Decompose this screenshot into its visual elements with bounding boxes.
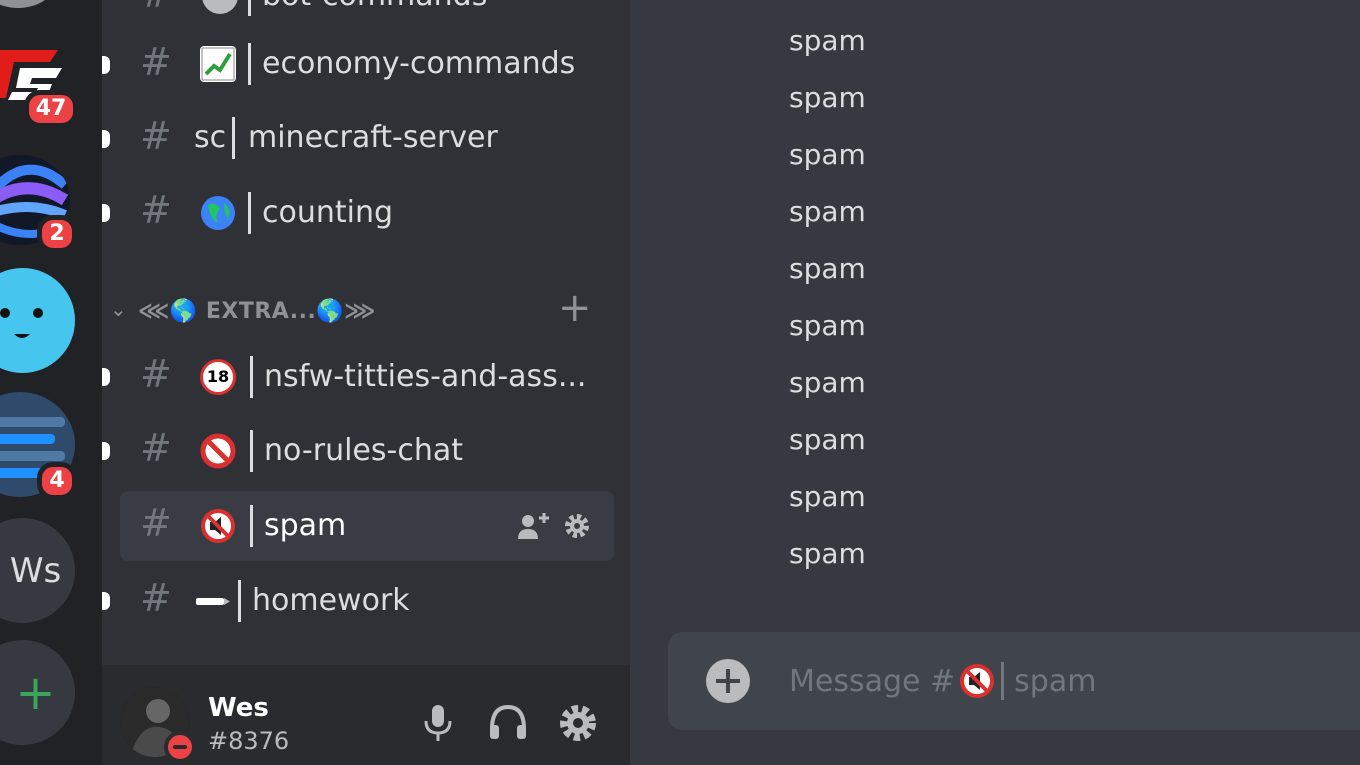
divider [248,43,251,85]
dnd-status-icon [164,731,196,763]
channel-item-spam[interactable]: # spam [102,491,630,561]
hash-icon: # [140,0,172,16]
message-text: spam [789,81,866,114]
username: Wes [208,693,269,723]
message-text: spam [789,24,866,57]
chart-increasing-icon [200,46,236,82]
user-tag: #8376 [208,727,290,755]
channel-item-economy-commands[interactable]: # economy-commands [102,30,630,100]
hash-locked-icon: # [140,352,172,396]
server-ws-label: Ws [9,550,62,591]
prohibited-icon [200,433,236,469]
add-server-button[interactable]: + [0,640,75,745]
message-text: spam [789,537,866,570]
headphones-icon[interactable] [486,701,530,745]
hash-icon: # [140,501,172,545]
channel-sidebar: # bot-commands # economy-commands # sc m… [102,0,630,665]
robot-icon [202,0,238,14]
category-label: ⋘🌎 EXTRA...🌎⋙ [138,299,376,324]
server-rail: 47 2 4 Ws + [0,0,102,765]
divider [238,580,241,622]
unread-badge: 2 [37,215,77,253]
placeholder-channel: spam [1014,663,1097,699]
create-invite-icon[interactable] [516,511,550,545]
channel-item-bot-commands[interactable]: # bot-commands [102,0,630,24]
create-channel-icon[interactable]: + [558,285,592,331]
channel-name: minecraft-server [248,120,498,155]
channel-name: economy-commands [262,46,576,81]
message-placeholder: Message # spam [789,662,1096,700]
divider [1001,662,1005,700]
unread-indicator [102,368,110,386]
muted-speaker-icon [200,508,236,544]
user-settings-gear-icon[interactable] [556,701,600,745]
plus-icon: + [15,664,56,721]
unread-indicator [102,204,110,222]
category-header[interactable]: ⌄ ⋘🌎 EXTRA...🌎⋙ + [102,285,630,333]
message-text: spam [789,366,866,399]
divider [248,192,251,234]
channel-item-no-rules-chat[interactable]: # no-rules-chat [102,416,630,486]
channel-item-nsfw[interactable]: # 18 nsfw-titties-and-ass... [102,342,630,412]
unread-indicator [102,56,110,74]
unread-badge: 4 [37,462,77,500]
hash-icon: # [140,576,172,620]
hash-icon: # [140,114,172,158]
hash-icon: # [140,188,172,232]
channel-name: homework [252,583,410,618]
divider [250,430,253,472]
unread-badge: 47 [24,90,78,128]
channel-prefix: sc [194,120,227,155]
muted-speaker-icon [959,663,995,699]
hash-icon: # [140,40,172,84]
channel-name: bot-commands [262,0,487,13]
channel-item-homework[interactable]: # homework [102,566,630,636]
microphone-icon[interactable] [416,701,460,745]
pen-icon [194,583,230,619]
channel-item-minecraft-server[interactable]: # sc minecraft-server [102,104,630,174]
server-icon-top[interactable] [0,0,54,8]
divider [250,356,253,398]
channel-settings-gear-icon[interactable] [562,511,592,545]
message-text: spam [789,309,866,342]
server-icon-face[interactable] [0,268,75,373]
divider [232,117,235,159]
message-text: spam [789,138,866,171]
unread-indicator [102,130,110,148]
chat-area: spam spam spam spam spam spam spam spam … [630,0,1360,765]
message-text: spam [789,195,866,228]
upload-plus-icon[interactable] [706,659,750,703]
chevron-down-icon: ⌄ [110,297,127,321]
channel-item-counting[interactable]: # counting [102,178,630,248]
hash-locked-icon: # [140,426,172,470]
message-text: spam [789,423,866,456]
globe-icon [200,195,236,231]
server-icon-ws[interactable]: Ws [0,518,75,623]
channel-name: nsfw-titties-and-ass... [264,359,587,394]
user-panel: Wes #8376 [102,665,630,765]
divider [250,505,253,547]
message-text: spam [789,252,866,285]
unread-indicator [102,442,110,460]
message-input[interactable]: Message # spam [668,632,1360,730]
divider [248,0,251,16]
channel-name: no-rules-chat [264,433,463,468]
channel-name: spam [264,508,347,543]
message-text: spam [789,480,866,513]
placeholder-prefix: Message # [789,663,956,699]
no-under-18-icon: 18 [200,359,236,395]
channel-name: counting [262,195,394,230]
unread-indicator [102,592,110,610]
